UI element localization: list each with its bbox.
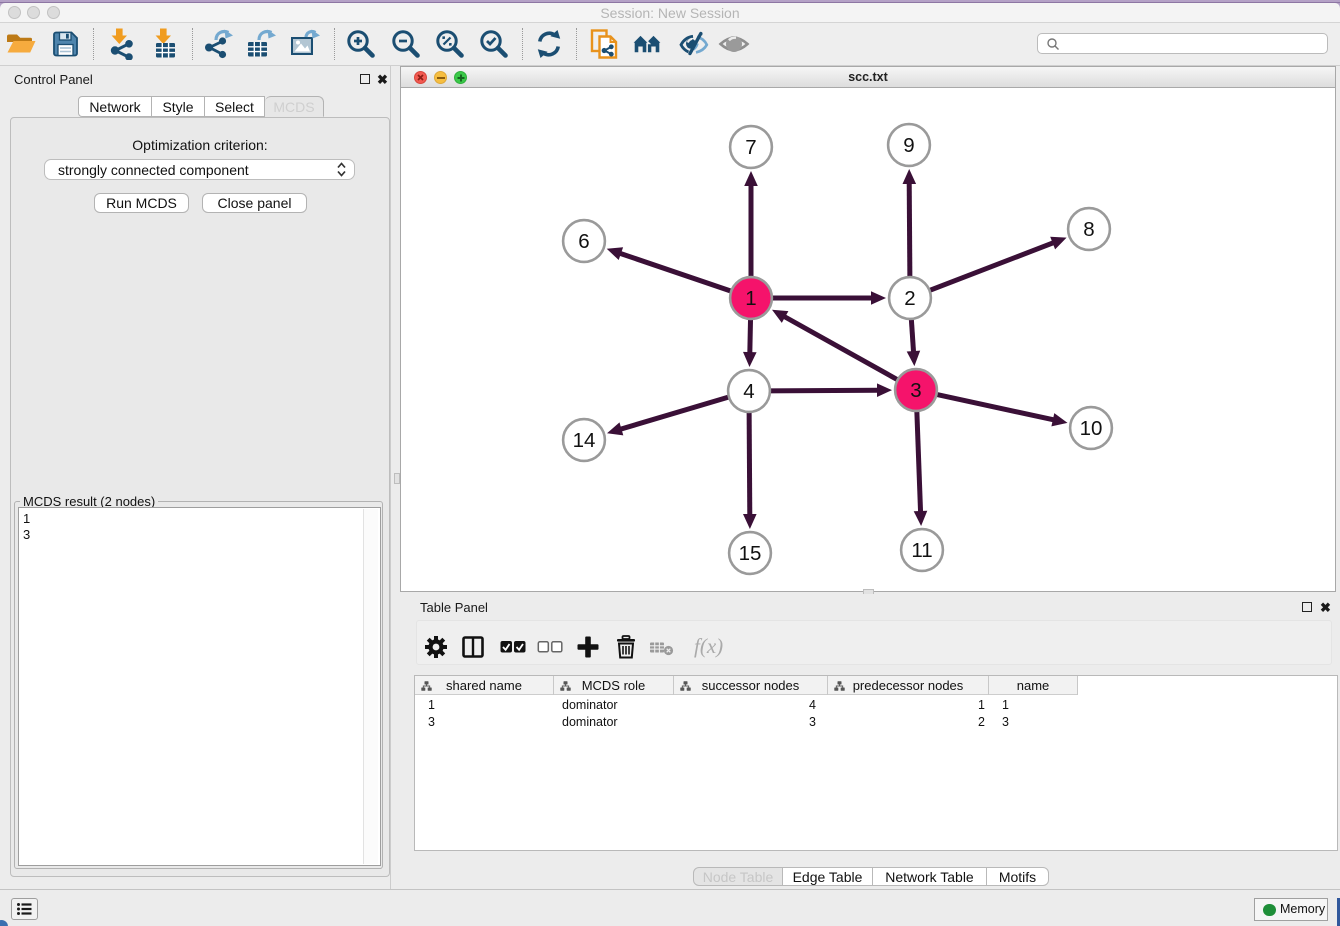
- svg-text:15: 15: [739, 542, 762, 565]
- svg-text:8: 8: [1083, 218, 1094, 241]
- svg-text:4: 4: [743, 380, 754, 403]
- svg-text:2: 2: [904, 287, 915, 310]
- svg-text:7: 7: [745, 136, 756, 159]
- svg-text:9: 9: [903, 134, 914, 157]
- svg-text:6: 6: [578, 230, 589, 253]
- svg-text:10: 10: [1080, 417, 1103, 440]
- svg-text:11: 11: [911, 539, 932, 562]
- svg-text:3: 3: [910, 379, 921, 402]
- svg-text:1: 1: [745, 287, 756, 310]
- svg-text:14: 14: [573, 429, 596, 452]
